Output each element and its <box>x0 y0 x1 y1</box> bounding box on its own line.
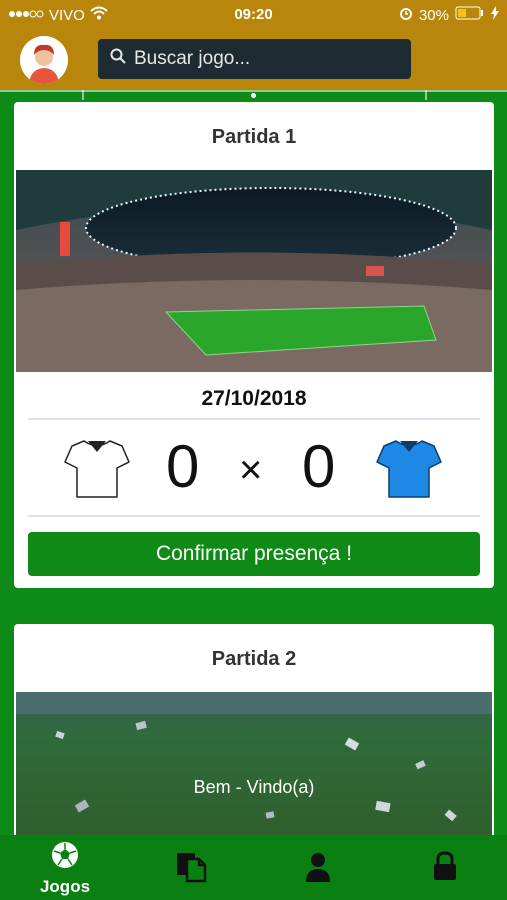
tab-profile[interactable] <box>268 835 368 900</box>
soccer-ball-icon <box>51 841 79 874</box>
search-input[interactable]: Buscar jogo... <box>98 39 411 79</box>
divider <box>28 515 480 517</box>
away-score: 0 <box>302 433 336 500</box>
confirm-attendance-button[interactable]: Confirmar presença ! <box>28 532 480 576</box>
documents-icon <box>175 851 207 888</box>
home-score: 0 <box>166 433 200 500</box>
alarm-icon <box>399 6 413 24</box>
tab-jogos[interactable]: Jogos <box>15 835 115 900</box>
battery-percent: 30% <box>418 6 449 24</box>
matches-list[interactable]: Partida 1 27/10/2018 0 × 0 Confirmar pre… <box>0 90 507 835</box>
welcome-caption: Bem - Vindo(a) <box>193 777 315 797</box>
user-icon <box>305 851 331 888</box>
search-icon <box>110 48 126 70</box>
stadium-image <box>16 170 492 372</box>
battery-icon <box>455 6 485 24</box>
match-title: Partida 2 <box>211 648 297 670</box>
search-placeholder: Buscar jogo... <box>134 48 251 69</box>
avatar[interactable] <box>20 36 68 84</box>
app-header: Buscar jogo... <box>0 30 507 90</box>
field-line <box>82 90 84 100</box>
match-card: Partida 2 Bem - Vindo(a) <box>14 624 494 835</box>
match-date: 27/10/2018 <box>201 387 307 410</box>
home-team-shirt-icon <box>64 438 130 505</box>
status-bar: VIVO 09:20 30% <box>0 0 507 30</box>
score-separator: × <box>239 448 263 492</box>
match-title: Partida 1 <box>211 126 297 148</box>
charging-icon <box>491 6 499 24</box>
lock-icon <box>433 851 457 886</box>
tab-documents[interactable] <box>141 835 241 900</box>
field-line <box>0 90 507 92</box>
tab-label: Jogos <box>39 877 91 896</box>
field-center-dot <box>251 93 256 98</box>
field-line <box>425 90 427 100</box>
divider <box>28 418 480 420</box>
tab-security[interactable] <box>395 835 495 900</box>
tab-bar: Jogos <box>0 835 507 900</box>
celebration-image: Bem - Vindo(a) <box>16 692 492 835</box>
match-card: Partida 1 27/10/2018 0 × 0 Confirmar pre… <box>14 102 494 588</box>
away-team-shirt-icon <box>376 438 442 505</box>
